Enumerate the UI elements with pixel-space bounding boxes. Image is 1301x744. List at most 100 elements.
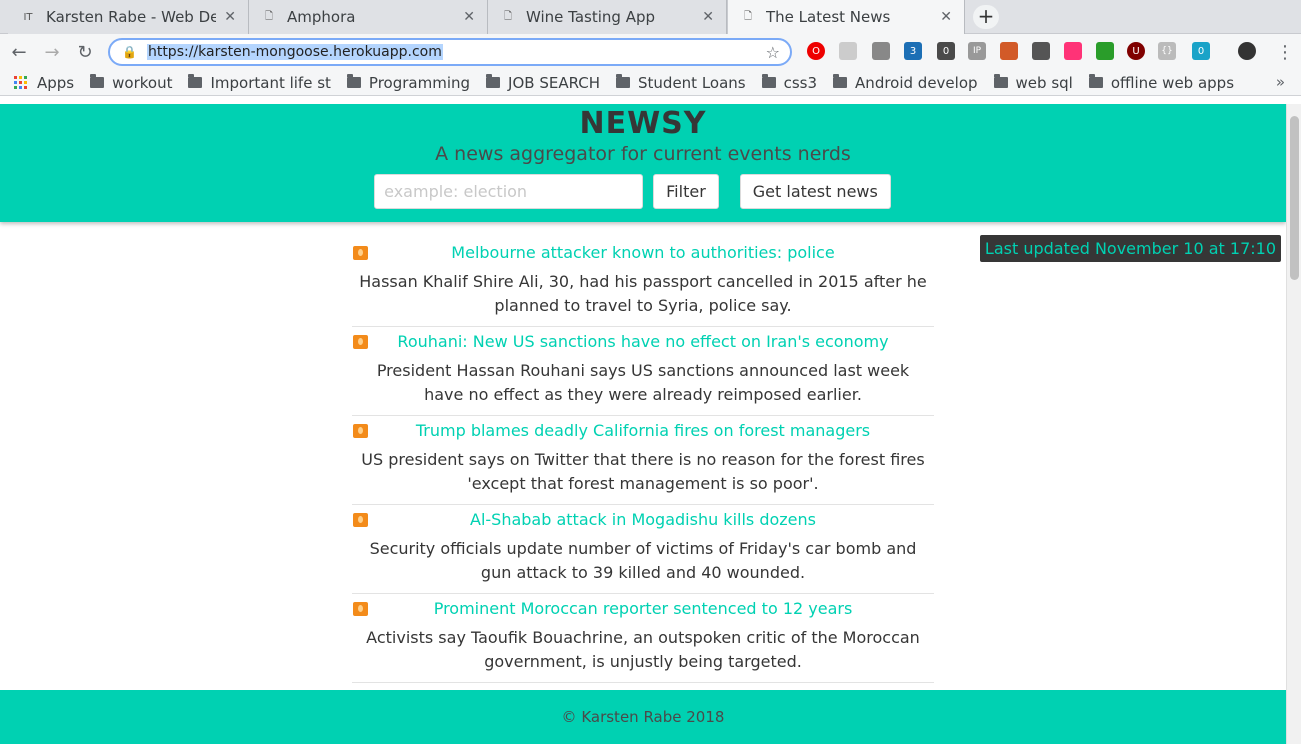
badge-count: 0 <box>1197 45 1205 57</box>
bookmark-folder[interactable]: web sql <box>993 73 1073 92</box>
it-favicon-icon: IT <box>23 11 33 23</box>
opera-icon[interactable]: O <box>807 42 825 60</box>
bookmark-folder[interactable]: Student Loans <box>616 74 746 92</box>
extension-icon[interactable]: 0 <box>937 42 955 60</box>
ublock-icon[interactable]: U <box>1127 42 1145 60</box>
close-icon[interactable]: ✕ <box>463 9 475 25</box>
bookmark-apps[interactable]: Apps <box>14 74 74 92</box>
rss-icon <box>353 335 368 349</box>
article-title-link[interactable]: Melbourne attacker known to authorities:… <box>352 238 934 265</box>
article-title-link[interactable]: Al-Shabab attack in Mogadishu kills doze… <box>352 505 934 532</box>
bookmark-label: Important life st <box>210 73 331 92</box>
article-title-link[interactable]: Prominent Moroccan reporter sentenced to… <box>352 594 934 621</box>
tab-title: Karsten Rabe - Web Devel <box>46 8 217 26</box>
tab-wine-tasting[interactable]: 🗋 Wine Tasting App ✕ <box>488 0 727 34</box>
tab-latest-news[interactable]: 🗋 The Latest News ✕ <box>727 0 965 34</box>
tab-title: The Latest News <box>766 8 891 26</box>
bookmark-label: JOB SEARCH <box>508 73 601 92</box>
folder-icon <box>188 74 203 88</box>
bookmarks-bar: Apps workout Important life st Programmi… <box>0 70 1301 96</box>
extension-icon[interactable]: 0 <box>1192 42 1210 60</box>
bookmark-label: Apps <box>37 73 75 92</box>
address-text[interactable]: https://karsten-mongoose.herokuapp.com <box>146 44 443 60</box>
article-description: Hassan Khalif Shire Ali, 30, had his pas… <box>359 272 927 315</box>
list-item: Melbourne attacker known to authorities:… <box>352 238 934 327</box>
tab-title: Amphora <box>287 8 356 26</box>
rss-icon <box>353 602 368 616</box>
page-viewport: NEWSY A news aggregator for current even… <box>0 104 1286 744</box>
extension-icon[interactable] <box>1000 42 1018 60</box>
folder-icon <box>90 74 105 88</box>
get-latest-news-button[interactable]: Get latest news <box>739 174 891 209</box>
badge-count: 3 <box>909 45 917 57</box>
back-icon[interactable]: ← <box>5 38 33 66</box>
site-tagline: A news aggregator for current events ner… <box>435 143 851 165</box>
folder-icon <box>346 74 361 88</box>
rss-icon <box>353 424 368 438</box>
browser-toolbar: ← → ↻ 🔒 https://karsten-mongoose.herokua… <box>0 34 1301 70</box>
bookmark-label: offline web apps <box>1110 73 1235 92</box>
list-item: Al-Shabab attack in Mogadishu kills doze… <box>352 505 934 594</box>
article-description: Security officials update number of vict… <box>369 539 917 582</box>
close-icon[interactable]: ✕ <box>940 9 952 25</box>
bookmark-label: css3 <box>783 73 818 92</box>
bookmark-folder[interactable]: Programming <box>346 73 471 92</box>
rss-icon <box>353 513 368 527</box>
bookmark-folder[interactable]: Important life st <box>188 73 331 92</box>
bookmark-folder[interactable]: css3 <box>761 73 818 92</box>
list-item: Prominent Moroccan reporter sentenced to… <box>352 594 934 683</box>
folder-icon <box>486 74 501 88</box>
filter-button[interactable]: Filter <box>653 174 719 209</box>
skype-icon[interactable]: 3 <box>904 42 922 60</box>
profile-avatar[interactable] <box>1238 42 1256 60</box>
scrollbar-thumb[interactable] <box>1290 116 1299 280</box>
bookmark-folder[interactable]: offline web apps <box>1088 73 1235 92</box>
bookmark-folder[interactable]: Android develop <box>833 74 978 92</box>
bookmark-label: Programming <box>368 73 471 92</box>
tab-title: Wine Tasting App <box>526 8 656 26</box>
forward-icon[interactable]: → <box>38 38 66 66</box>
article-title-link[interactable]: Trump blames deadly California fires on … <box>352 416 934 443</box>
eyedropper-icon[interactable] <box>872 42 890 60</box>
list-item: Rouhani: New US sanctions have no effect… <box>352 327 934 416</box>
extension-icon[interactable] <box>1032 42 1050 60</box>
new-tab-button[interactable]: + <box>973 5 999 29</box>
extension-icon[interactable] <box>1064 42 1082 60</box>
tab-strip: IT Karsten Rabe - Web Devel ✕ 🗋 Amphora … <box>0 0 1301 34</box>
search-controls: Filter Get latest news <box>0 174 1286 209</box>
article-description: Activists say Taoufik Bouachrine, an out… <box>366 628 920 671</box>
address-bar[interactable]: 🔒 https://karsten-mongoose.herokuapp.com… <box>108 38 792 66</box>
ip-icon[interactable]: IP <box>968 42 986 60</box>
folder-icon <box>1088 74 1103 88</box>
menu-icon[interactable]: ⋮ <box>1271 38 1299 66</box>
apps-grid-icon <box>14 76 27 89</box>
bookmark-folder[interactable]: JOB SEARCH <box>486 74 600 92</box>
article-description: President Hassan Rouhani says US sanctio… <box>376 361 910 404</box>
folder-icon <box>993 74 1008 88</box>
rss-icon <box>353 246 368 260</box>
json-icon[interactable]: {} <box>1158 42 1176 60</box>
tab-karsten-rabe[interactable]: IT Karsten Rabe - Web Devel ✕ <box>8 0 249 34</box>
article-title-link[interactable]: Rouhani: New US sanctions have no effect… <box>352 327 934 354</box>
search-input[interactable] <box>374 174 644 209</box>
news-feed: Melbourne attacker known to authorities:… <box>352 238 934 744</box>
page-scrollbar[interactable] <box>1286 104 1301 744</box>
badge-count: 0 <box>942 45 950 57</box>
tab-amphora[interactable]: 🗋 Amphora ✕ <box>249 0 488 34</box>
bookmark-label: web sql <box>1015 73 1073 92</box>
site-header: NEWSY A news aggregator for current even… <box>0 104 1286 222</box>
folder-icon <box>833 74 848 88</box>
page-icon: 🗋 <box>503 10 513 22</box>
close-icon[interactable]: ✕ <box>224 9 236 25</box>
bookmark-label: workout <box>112 73 173 92</box>
reload-icon[interactable]: ↻ <box>71 38 99 66</box>
last-updated-badge: Last updated November 10 at 17:10 <box>979 235 1281 262</box>
bookmark-star-icon[interactable]: ☆ <box>766 43 780 62</box>
lock-icon: 🔒 <box>122 45 137 59</box>
extension-icon[interactable] <box>1096 42 1114 60</box>
list-item: Trump blames deadly California fires on … <box>352 416 934 505</box>
extension-icon[interactable] <box>839 42 857 60</box>
bookmark-folder[interactable]: workout <box>90 74 172 92</box>
close-icon[interactable]: ✕ <box>702 9 714 25</box>
more-bookmarks-icon[interactable]: » <box>1276 73 1285 91</box>
